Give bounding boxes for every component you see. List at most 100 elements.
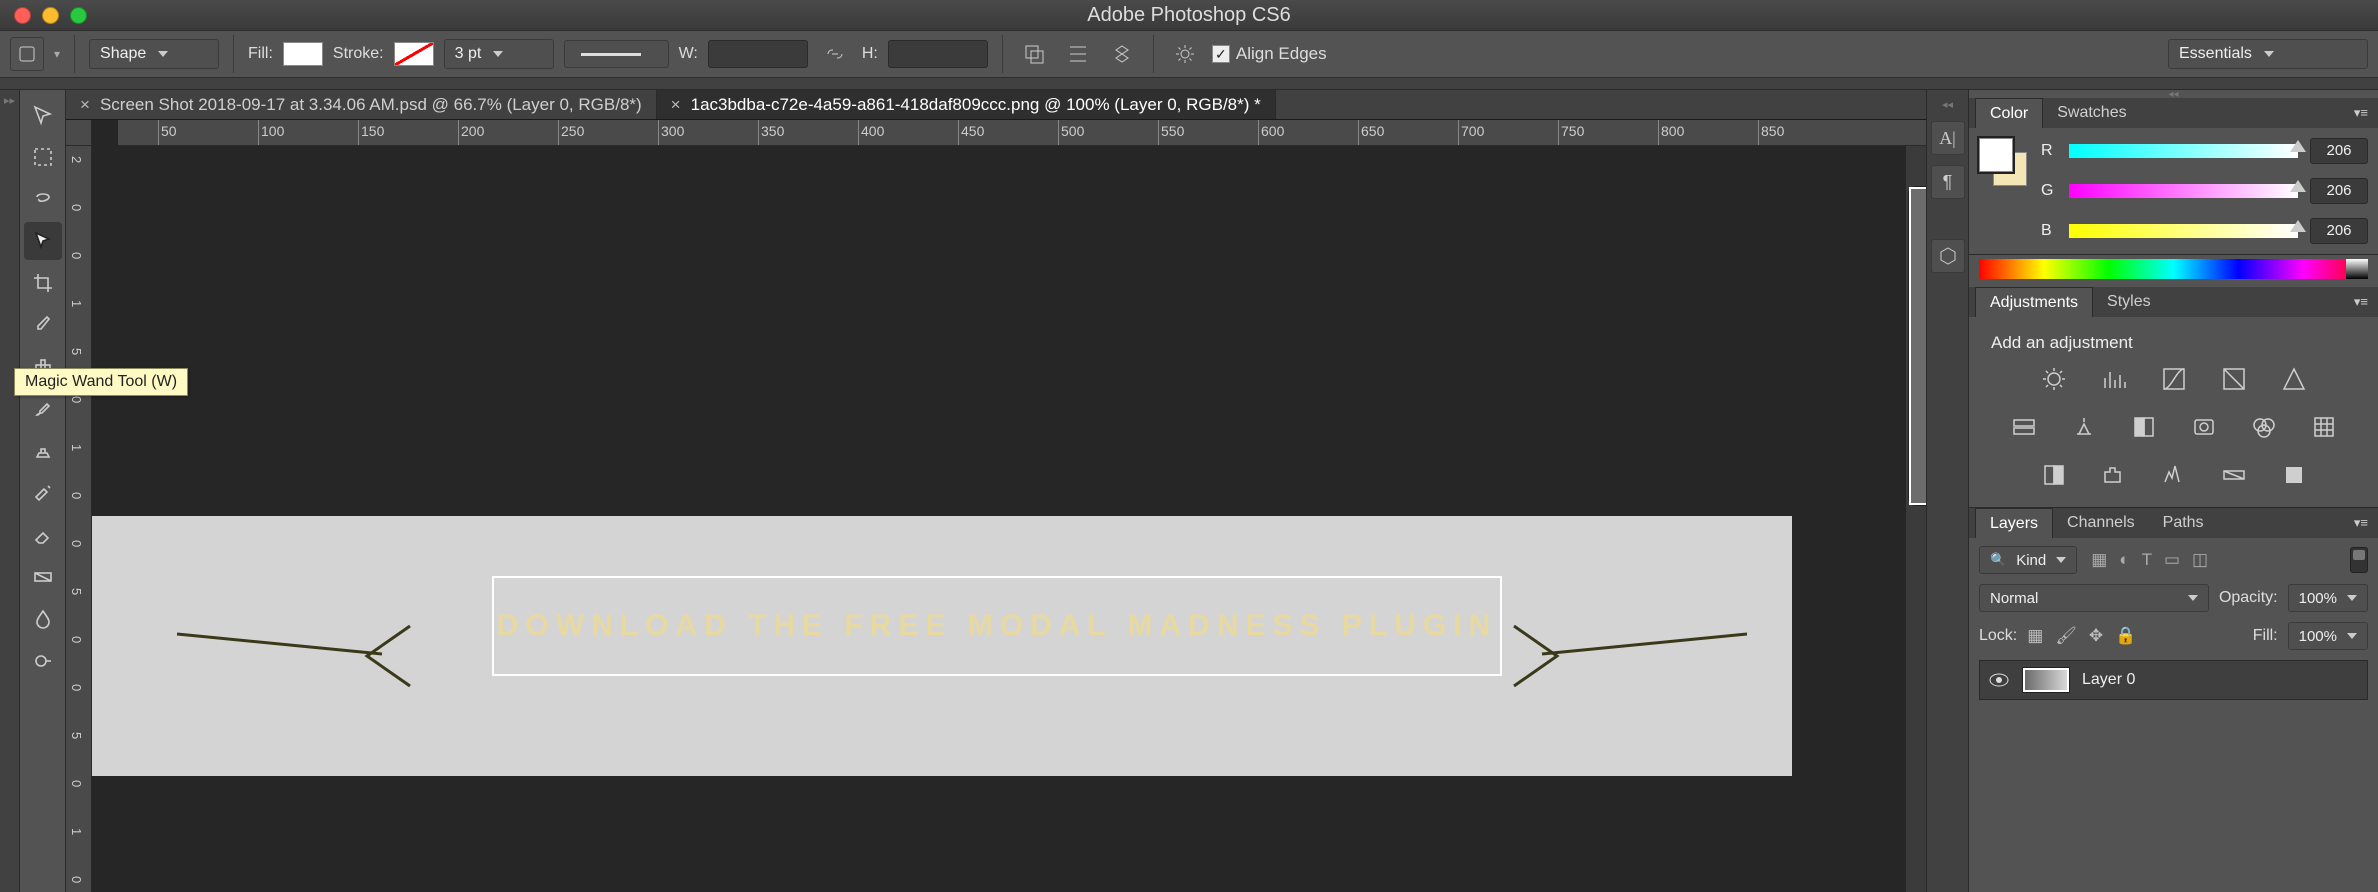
tool-preset-picker[interactable] [10, 37, 44, 71]
link-dimensions-icon[interactable] [818, 37, 852, 71]
tab-styles[interactable]: Styles [2093, 287, 2165, 317]
shape-mode-dropdown[interactable]: Shape [89, 39, 219, 69]
panel-menu-icon[interactable]: ▾≡ [2344, 515, 2378, 531]
lasso-tool[interactable] [24, 180, 62, 218]
b-slider[interactable] [2069, 224, 2298, 238]
window-minimize-button[interactable] [42, 7, 59, 24]
magic-wand-tool[interactable] [24, 222, 62, 260]
eraser-tool[interactable] [24, 516, 62, 554]
filter-adjust-icon[interactable]: ◐ [2119, 550, 2129, 570]
eyedropper-tool[interactable] [24, 306, 62, 344]
selective-color-icon[interactable] [2278, 461, 2310, 489]
fill-field[interactable]: 100% [2288, 622, 2368, 650]
layer-thumbnail[interactable] [2022, 667, 2070, 693]
channel-mixer-icon[interactable] [2248, 413, 2280, 441]
height-field[interactable] [888, 40, 988, 68]
filter-toggle[interactable] [2350, 547, 2368, 573]
filter-shape-icon[interactable]: ▭ [2164, 550, 2180, 570]
collapse-grip-icon[interactable]: ◂◂ [1942, 98, 1953, 111]
stroke-style-dropdown[interactable] [564, 40, 669, 68]
color-spectrum[interactable] [1979, 259, 2368, 279]
visibility-eye-icon[interactable] [1988, 669, 2010, 691]
g-slider[interactable] [2069, 184, 2298, 198]
vibrance-icon[interactable] [2278, 365, 2310, 393]
character-panel-icon[interactable]: A| [1931, 121, 1965, 155]
document-tab[interactable]: × Screen Shot 2018-09-17 at 3.34.06 AM.p… [66, 90, 657, 119]
ruler-origin[interactable] [66, 120, 92, 146]
threshold-icon[interactable] [2158, 461, 2190, 489]
lock-pixels-icon[interactable]: 🖌 [2055, 626, 2077, 646]
g-value[interactable]: 206 [2310, 178, 2368, 204]
curves-icon[interactable] [2158, 365, 2190, 393]
horizontal-ruler[interactable]: 5010015020025030035040045050055060065070… [118, 120, 1926, 146]
color-lookup-icon[interactable] [2308, 413, 2340, 441]
black-white-icon[interactable] [2128, 413, 2160, 441]
layer-filter-kind[interactable]: 🔍 Kind [1979, 546, 2077, 574]
invert-icon[interactable] [2038, 461, 2070, 489]
close-icon[interactable]: × [80, 95, 90, 115]
exposure-icon[interactable] [2218, 365, 2250, 393]
clone-stamp-tool[interactable] [24, 432, 62, 470]
r-value[interactable]: 206 [2310, 138, 2368, 164]
hue-saturation-icon[interactable] [2008, 413, 2040, 441]
path-align-button[interactable] [1061, 37, 1095, 71]
canvas-viewport[interactable]: DOWNLOAD THE FREE MODAL MADNESS PLUGIN [92, 146, 1926, 892]
align-edges-checkbox[interactable]: Align Edges [1212, 44, 1327, 64]
vertical-scrollbar[interactable] [1906, 146, 1926, 892]
layer-row[interactable]: Layer 0 [1979, 660, 2368, 700]
posterize-icon[interactable] [2098, 461, 2130, 489]
tab-channels[interactable]: Channels [2053, 508, 2149, 538]
tab-color[interactable]: Color [1975, 98, 2043, 128]
filter-type-icon[interactable]: T [2142, 550, 2152, 570]
collapse-grip-icon[interactable]: ▸▸ [4, 94, 15, 107]
color-balance-icon[interactable] [2068, 413, 2100, 441]
panel-menu-icon[interactable]: ▾≡ [2344, 294, 2378, 310]
gradient-tool[interactable] [24, 558, 62, 596]
stroke-swatch[interactable] [394, 42, 434, 66]
paragraph-panel-icon[interactable]: ¶ [1931, 165, 1965, 199]
gradient-map-icon[interactable] [2218, 461, 2250, 489]
foreground-background-swatch[interactable] [1979, 138, 2027, 186]
lock-position-icon[interactable]: ✥ [2089, 626, 2103, 646]
opacity-field[interactable]: 100% [2288, 584, 2368, 612]
blend-mode-dropdown[interactable]: Normal [1979, 584, 2209, 612]
panel-menu-icon[interactable]: ▾≡ [2344, 105, 2378, 121]
filter-smart-icon[interactable]: ◫ [2192, 550, 2208, 570]
photo-filter-icon[interactable] [2188, 413, 2220, 441]
fill-swatch[interactable] [283, 42, 323, 66]
foreground-color-swatch[interactable] [1979, 138, 2013, 172]
3d-panel-icon[interactable] [1931, 239, 1965, 273]
collapse-grip-icon[interactable]: ◂◂ [1969, 90, 2378, 98]
canvas[interactable]: DOWNLOAD THE FREE MODAL MADNESS PLUGIN [92, 516, 1792, 776]
tab-paths[interactable]: Paths [2149, 508, 2218, 538]
shape-options-gear-icon[interactable] [1168, 37, 1202, 71]
b-value[interactable]: 206 [2310, 218, 2368, 244]
scrollbar-thumb[interactable] [1908, 186, 1926, 506]
blur-tool[interactable] [24, 600, 62, 638]
levels-icon[interactable] [2098, 365, 2130, 393]
stroke-width-field[interactable]: 3 pt [444, 39, 554, 69]
filter-pixel-icon[interactable]: ▦ [2091, 550, 2107, 570]
crop-tool[interactable] [24, 264, 62, 302]
window-zoom-button[interactable] [70, 7, 87, 24]
dodge-tool[interactable] [24, 642, 62, 680]
width-field[interactable] [708, 40, 808, 68]
brightness-contrast-icon[interactable] [2038, 365, 2070, 393]
close-icon[interactable]: × [671, 95, 681, 115]
tab-swatches[interactable]: Swatches [2043, 98, 2140, 128]
r-slider[interactable] [2069, 144, 2298, 158]
layer-name[interactable]: Layer 0 [2082, 671, 2135, 689]
move-tool[interactable] [24, 96, 62, 134]
vertical-ruler[interactable]: 2001501005005010 [66, 146, 92, 892]
document-tab[interactable]: × 1ac3bdba-c72e-4a59-a861-418daf809ccc.p… [657, 90, 1276, 119]
tab-layers[interactable]: Layers [1975, 508, 2053, 538]
path-arrange-button[interactable] [1105, 37, 1139, 71]
lock-transparency-icon[interactable]: ▦ [2027, 626, 2043, 646]
path-operations-button[interactable] [1017, 37, 1051, 71]
tab-adjustments[interactable]: Adjustments [1975, 287, 2093, 317]
window-close-button[interactable] [14, 7, 31, 24]
history-brush-tool[interactable] [24, 474, 62, 512]
lock-all-icon[interactable]: 🔒 [2115, 626, 2136, 646]
marquee-tool[interactable] [24, 138, 62, 176]
workspace-switcher[interactable]: Essentials [2168, 39, 2368, 69]
